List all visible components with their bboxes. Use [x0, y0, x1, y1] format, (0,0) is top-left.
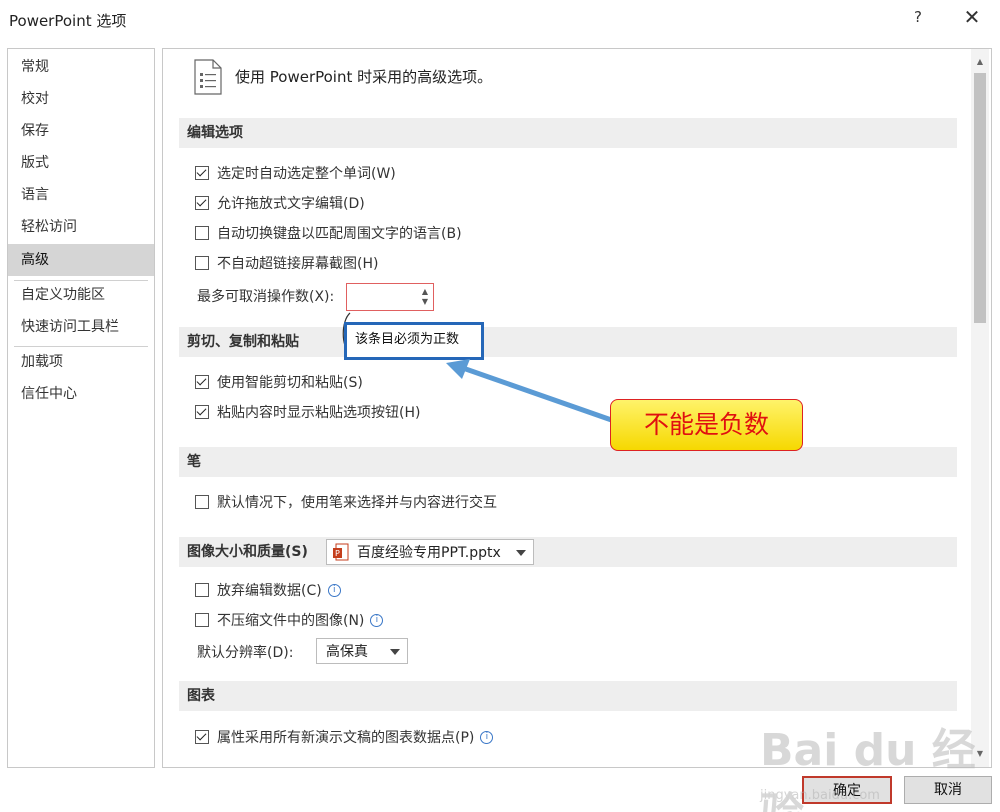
window-title: PowerPoint 选项 — [9, 12, 127, 30]
option-show-paste-options[interactable]: 粘贴内容时显示粘贴选项按钮(H) — [195, 401, 420, 423]
panel-header-text: 使用 PowerPoint 时采用的高级选项。 — [235, 68, 493, 86]
pptx-file-icon: P — [333, 543, 349, 562]
nav-item-language[interactable]: 语言 — [8, 179, 154, 211]
nav-item-layout[interactable]: 版式 — [8, 147, 154, 179]
nav-item-proofing[interactable]: 校对 — [8, 83, 154, 115]
section-pen-title: 笔 — [179, 447, 957, 477]
checkbox-unchecked[interactable] — [195, 583, 209, 597]
options-doc-icon — [194, 59, 222, 95]
option-label: 不压缩文件中的图像(N) — [217, 613, 365, 629]
nav-item-quick-access-toolbar[interactable]: 快速访问工具栏 — [8, 311, 154, 343]
nav-item-trust-center[interactable]: 信任中心 — [8, 378, 154, 410]
spin-up-icon[interactable]: ▲ — [420, 287, 430, 297]
option-label: 默认情况下，使用笔来选择并与内容进行交互 — [217, 495, 497, 511]
checkbox-unchecked[interactable] — [195, 613, 209, 627]
option-label: 不自动超链接屏幕截图(H) — [217, 256, 379, 272]
checkbox-checked[interactable] — [195, 196, 209, 210]
undo-count-spinner[interactable]: ▲ ▼ — [346, 283, 434, 311]
scroll-thumb[interactable] — [974, 73, 986, 323]
option-label: 属性采用所有新演示文稿的图表数据点(P) — [217, 730, 475, 746]
section-clipboard-title: 剪切、复制和粘贴 — [179, 327, 957, 357]
option-select-whole-word[interactable]: 选定时自动选定整个单词(W) — [195, 162, 396, 184]
nav-item-customize-ribbon[interactable]: 自定义功能区 — [8, 279, 154, 311]
info-icon[interactable]: i — [480, 730, 494, 744]
checkbox-checked[interactable] — [195, 730, 209, 744]
vertical-scrollbar[interactable]: ▲ ▼ — [971, 49, 989, 767]
svg-text:P: P — [335, 549, 340, 558]
watermark-url: jingyan.baidu.com — [760, 788, 880, 803]
chevron-down-icon[interactable] — [516, 550, 526, 556]
option-chart-data-point[interactable]: 属性采用所有新演示文稿的图表数据点(P) i — [195, 726, 494, 748]
option-pen-select-interact[interactable]: 默认情况下，使用笔来选择并与内容进行交互 — [195, 491, 497, 513]
option-label: 粘贴内容时显示粘贴选项按钮(H) — [217, 405, 421, 421]
option-discard-edit-data[interactable]: 放弃编辑数据(C) i — [195, 579, 341, 601]
checkbox-unchecked[interactable] — [195, 495, 209, 509]
nav-item-addins[interactable]: 加载项 — [8, 346, 154, 378]
spin-down-icon[interactable]: ▼ — [420, 297, 430, 307]
option-drag-drop-editing[interactable]: 允许拖放式文字编辑(D) — [195, 192, 365, 214]
option-smart-cut-paste[interactable]: 使用智能剪切和粘贴(S) — [195, 371, 363, 393]
scroll-up-icon[interactable]: ▲ — [971, 53, 989, 71]
undo-count-label: 最多可取消操作数(X): — [197, 285, 334, 307]
resolution-dropdown[interactable]: 高保真 — [316, 638, 408, 664]
resolution-value: 高保真 — [326, 644, 368, 660]
annotation-arrow — [446, 359, 621, 426]
nav-item-general[interactable]: 常规 — [8, 51, 154, 83]
checkbox-checked[interactable] — [195, 405, 209, 419]
baidu-watermark: Bai du 经验 jingyan.baidu.com — [760, 700, 980, 812]
resolution-label-text: 默认分辨率(D): — [197, 645, 294, 661]
chevron-down-icon[interactable] — [390, 649, 400, 655]
info-icon[interactable]: i — [327, 583, 341, 597]
option-label: 选定时自动选定整个单词(W) — [217, 166, 396, 182]
nav-item-advanced[interactable]: 高级 — [8, 244, 154, 276]
checkbox-unchecked[interactable] — [195, 226, 209, 240]
option-label: 自动切换键盘以匹配周围文字的语言(B) — [217, 226, 462, 242]
section-editing-title: 编辑选项 — [179, 118, 957, 148]
option-no-compress-images[interactable]: 不压缩文件中的图像(N) i — [195, 609, 384, 631]
annotation-callout: 不能是负数 — [610, 399, 803, 451]
checkbox-unchecked[interactable] — [195, 256, 209, 270]
image-file-dropdown[interactable]: P 百度经验专用PPT.pptx — [326, 539, 534, 565]
resolution-label: 默认分辨率(D): — [197, 641, 293, 663]
option-no-auto-hyperlink[interactable]: 不自动超链接屏幕截图(H) — [195, 252, 378, 274]
checkbox-checked[interactable] — [195, 375, 209, 389]
help-button[interactable]: ? — [908, 8, 928, 30]
close-button[interactable]: ✕ — [960, 6, 984, 30]
nav-item-save[interactable]: 保存 — [8, 115, 154, 147]
checkbox-checked[interactable] — [195, 166, 209, 180]
section-image-title: 图像大小和质量(S) — [179, 537, 957, 567]
option-label: 放弃编辑数据(C) — [217, 583, 322, 599]
info-icon[interactable]: i — [370, 613, 384, 627]
option-label: 使用智能剪切和粘贴(S) — [217, 375, 363, 391]
undo-label-text: 最多可取消操作数(X): — [197, 289, 335, 305]
category-nav: 常规 校对 保存 版式 语言 轻松访问 高级 自定义功能区 快速访问工具栏 加载… — [7, 48, 155, 768]
nav-item-accessibility[interactable]: 轻松访问 — [8, 211, 154, 243]
option-auto-switch-keyboard[interactable]: 自动切换键盘以匹配周围文字的语言(B) — [195, 222, 462, 244]
option-label: 允许拖放式文字编辑(D) — [217, 196, 365, 212]
title-bar: PowerPoint 选项 ? ✕ — [0, 0, 1000, 40]
section-image-title-text: 图像大小和质量(S) — [187, 544, 308, 560]
image-file-name: 百度经验专用PPT.pptx — [357, 545, 501, 561]
